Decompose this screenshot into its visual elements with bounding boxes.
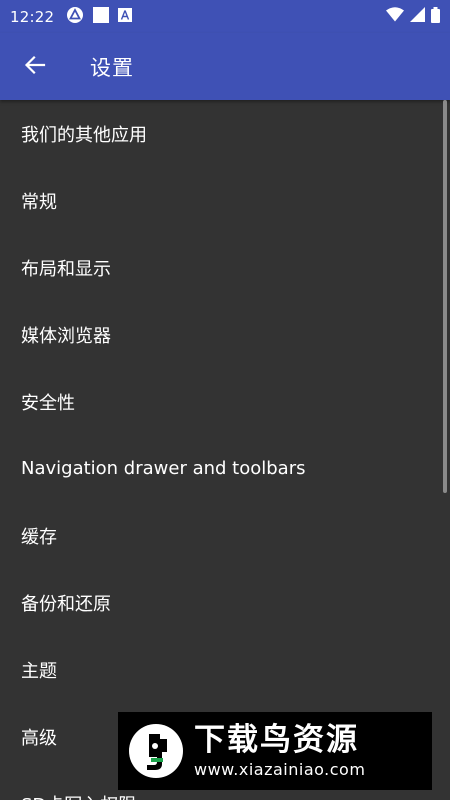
settings-item-label: SD卡写入权限 bbox=[21, 791, 136, 800]
app-bar: 设置 bbox=[0, 33, 450, 100]
arrow-back-icon bbox=[24, 54, 46, 80]
status-left-icons bbox=[66, 6, 133, 28]
settings-item-media-browser[interactable]: 媒体浏览器 bbox=[0, 301, 450, 368]
settings-item-general[interactable]: 常规 bbox=[0, 167, 450, 234]
back-button[interactable] bbox=[0, 33, 70, 100]
settings-item-label: Navigation drawer and toolbars bbox=[21, 458, 306, 479]
settings-item-layout-display[interactable]: 布局和显示 bbox=[0, 234, 450, 301]
settings-item-label: 安全性 bbox=[21, 392, 75, 414]
settings-item-backup-restore[interactable]: 备份和还原 bbox=[0, 569, 450, 636]
settings-item-label: 布局和显示 bbox=[21, 258, 111, 280]
status-right-icons bbox=[386, 6, 440, 27]
bird-logo-icon bbox=[124, 719, 188, 783]
settings-list[interactable]: 我们的其他应用 常规 布局和显示 媒体浏览器 安全性 Navigation dr… bbox=[0, 100, 450, 800]
settings-item-navigation-drawer[interactable]: Navigation drawer and toolbars bbox=[0, 435, 450, 502]
sync-icon bbox=[66, 6, 84, 28]
watermark-url: www.xiazainiao.com bbox=[194, 760, 366, 779]
settings-item-label: 备份和还原 bbox=[21, 593, 111, 615]
scrollbar[interactable] bbox=[443, 100, 447, 493]
a-notification-icon bbox=[118, 7, 133, 26]
settings-item-label: 主题 bbox=[21, 660, 57, 682]
status-bar: 12:22 bbox=[0, 0, 450, 33]
square-notification-icon bbox=[92, 6, 110, 28]
settings-item-label: 我们的其他应用 bbox=[21, 124, 147, 146]
settings-item-other-apps[interactable]: 我们的其他应用 bbox=[0, 100, 450, 167]
settings-item-security[interactable]: 安全性 bbox=[0, 368, 450, 435]
settings-item-theme[interactable]: 主题 bbox=[0, 636, 450, 703]
battery-icon bbox=[431, 6, 440, 27]
settings-item-cache[interactable]: 缓存 bbox=[0, 502, 450, 569]
wifi-icon bbox=[386, 7, 404, 26]
status-time: 12:22 bbox=[10, 7, 55, 26]
settings-item-label: 缓存 bbox=[21, 526, 57, 548]
settings-item-label: 媒体浏览器 bbox=[21, 325, 111, 347]
watermark-title: 下载鸟资源 bbox=[194, 722, 359, 758]
watermark-text: 下载鸟资源 www.xiazainiao.com bbox=[194, 721, 365, 781]
settings-item-label: 常规 bbox=[21, 191, 57, 213]
cellular-icon bbox=[410, 7, 425, 26]
settings-item-label: 高级 bbox=[21, 727, 57, 749]
page-title: 设置 bbox=[90, 55, 134, 80]
watermark: 下载鸟资源 www.xiazainiao.com bbox=[118, 712, 432, 790]
